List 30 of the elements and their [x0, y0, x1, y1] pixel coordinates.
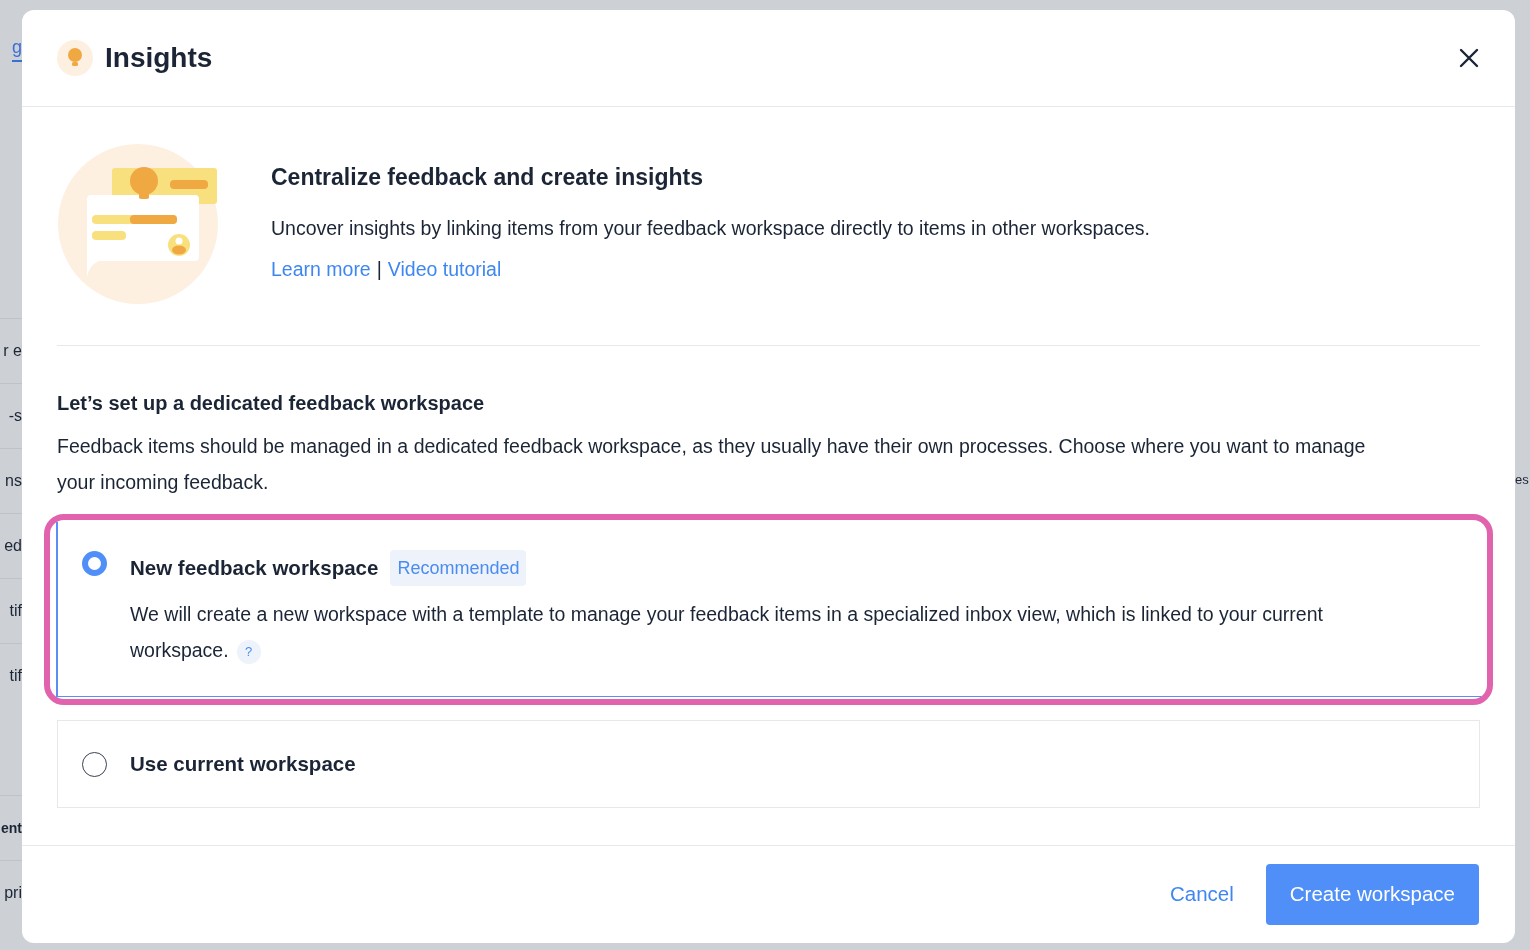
list-text: -s [8, 406, 22, 426]
list-text: ent [1, 818, 22, 838]
option-title: New feedback workspace [130, 555, 379, 581]
list-text: tif [9, 601, 22, 621]
recommended-badge: Recommended [390, 550, 527, 586]
lightbulb-icon [57, 40, 93, 76]
dialog-title: Insights [105, 41, 213, 75]
link-separator: | [376, 257, 382, 283]
list-text: pri [4, 883, 22, 903]
cancel-button[interactable]: Cancel [1161, 864, 1242, 925]
section-title: Let’s set up a dedicated feedback workspace [57, 391, 486, 416]
radio-button[interactable] [82, 551, 107, 576]
workspace-option[interactable]: Use current workspace [57, 720, 1480, 808]
option-description: We will create a new workspace with a template to manage your feedback items in a specialized inbox view, which is linked to your current workspace. ? [130, 596, 1330, 668]
intro-text: Uncover insights by linking items from your feedback workspace directly to items in other workspaces. [271, 216, 1150, 241]
intro-heading: Centralize feedback and create insights [271, 162, 705, 192]
close-icon[interactable] [1458, 47, 1480, 69]
list-text: r e [3, 341, 22, 361]
option-title: Use current workspace [130, 751, 356, 777]
workspace-option[interactable]: New feedback workspace Recommended We will create a new workspace with a template to manage your feedback items in a specialized inbox view, which is linked to your current workspace. ? [56, 522, 1481, 697]
list-text: ed [4, 536, 22, 556]
create-workspace-button[interactable]: Create workspace [1265, 864, 1479, 925]
list-text: tif [9, 666, 22, 686]
video-tutorial-link[interactable]: Video tutorial [387, 255, 502, 285]
section-text: Feedback items should be managed in a dedicated feedback workspace, as they usually have their own processes. Choose where you want to manage your incoming feedback. [57, 434, 1367, 495]
list-text: es [1515, 471, 1529, 489]
help-icon[interactable]: ? [236, 639, 261, 664]
learn-more-link[interactable]: Learn more [271, 255, 371, 285]
radio-button[interactable] [82, 752, 107, 777]
list-text: ns [5, 471, 22, 491]
